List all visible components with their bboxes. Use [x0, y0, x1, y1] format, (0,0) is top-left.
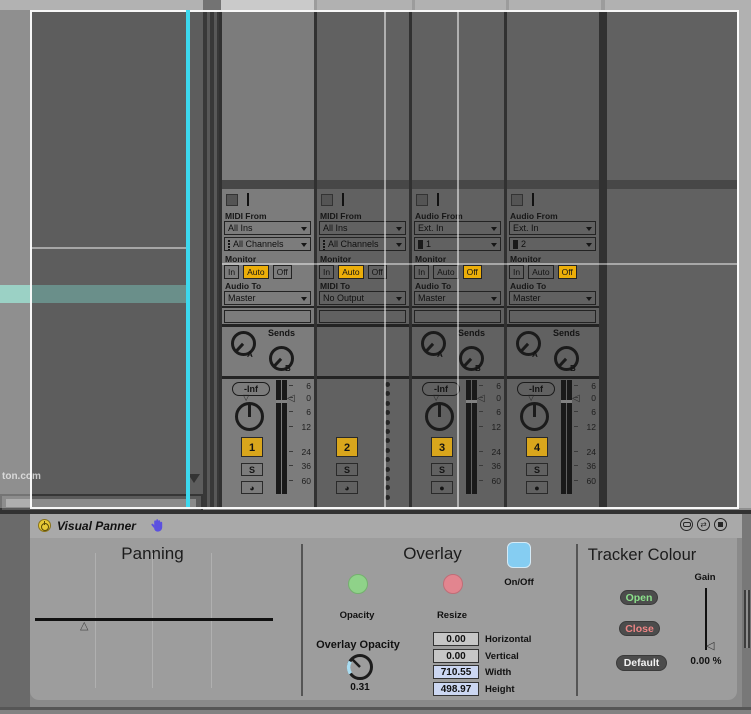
- overlay-opacity-label: Overlay Opacity: [298, 639, 418, 651]
- panning-gridline: [95, 553, 96, 688]
- visual-panner-device-panel: Panning △ Overlay On/Off Opacity Resize …: [30, 538, 737, 700]
- resize-label: Resize: [424, 610, 480, 621]
- panner-tracker-line: [186, 10, 190, 507]
- device-view-scrollbar[interactable]: [742, 514, 751, 714]
- overlay-dim-top: [0, 0, 751, 10]
- unfold-glyph: [683, 522, 691, 528]
- gain-value: 0.00 %: [680, 656, 732, 667]
- section-divider: [301, 544, 303, 696]
- resize-button[interactable]: [443, 574, 463, 594]
- close-button[interactable]: Close: [619, 621, 660, 636]
- vertical-field[interactable]: 0.00: [433, 649, 479, 663]
- height-field[interactable]: 498.97: [433, 682, 479, 696]
- overlay-opacity-value: 0.31: [340, 682, 380, 693]
- width-field[interactable]: 710.55: [433, 665, 479, 679]
- device-scrollbar-handle[interactable]: [744, 590, 750, 648]
- device-view-left-margin: [0, 514, 30, 714]
- device-title: Visual Panner: [57, 519, 136, 533]
- overlay-onoff-button[interactable]: [507, 542, 531, 568]
- panning-gridline: [211, 553, 212, 688]
- panning-gridline: [152, 553, 153, 688]
- gain-label: Gain: [685, 572, 725, 583]
- device-save-button[interactable]: [714, 518, 727, 531]
- horizontal-field[interactable]: 0.00: [433, 632, 479, 646]
- number-field-label: Vertical: [485, 651, 519, 662]
- device-power-button[interactable]: [38, 519, 51, 532]
- overlay-dim-right: [737, 10, 751, 508]
- overlay-opacity-knob[interactable]: [344, 651, 376, 683]
- hot-swap-glyph: ⇄: [700, 521, 706, 529]
- device-hot-swap-button[interactable]: ⇄: [697, 518, 710, 531]
- section-divider: [576, 544, 578, 696]
- opacity-button[interactable]: [348, 574, 368, 594]
- save-glyph: [718, 522, 724, 528]
- status-bar: [0, 710, 751, 714]
- scrollbar-handle-line: [746, 590, 748, 648]
- max-hand-icon: [151, 518, 165, 538]
- default-button[interactable]: Default: [616, 655, 667, 671]
- opacity-label: Opacity: [327, 610, 387, 621]
- ableton-session-view: ton.com MIDI From All Ins All Channels M…: [0, 0, 751, 510]
- panning-position-marker[interactable]: △: [80, 619, 88, 632]
- onoff-label: On/Off: [492, 577, 546, 588]
- device-view: Visual Panner ⇄ Panning △ Overlay On/Off…: [0, 510, 751, 714]
- number-field-label: Height: [485, 684, 515, 695]
- open-button[interactable]: Open: [620, 590, 658, 605]
- number-field-label: Width: [485, 667, 511, 678]
- teal-highlight-band: [0, 285, 30, 303]
- device-title-bar: Visual Panner ⇄: [30, 514, 742, 538]
- tracker-section-title: Tracker Colour: [578, 546, 706, 565]
- device-unfold-button[interactable]: [680, 518, 693, 531]
- overlay-section-title: Overlay: [370, 544, 495, 564]
- overlay-dim-left: [0, 10, 30, 508]
- number-field-label: Horizontal: [485, 634, 531, 645]
- overlay-frame-rectangle: [30, 10, 739, 509]
- panning-axis-line: [35, 618, 273, 621]
- gain-slider-handle[interactable]: ◁: [706, 639, 714, 652]
